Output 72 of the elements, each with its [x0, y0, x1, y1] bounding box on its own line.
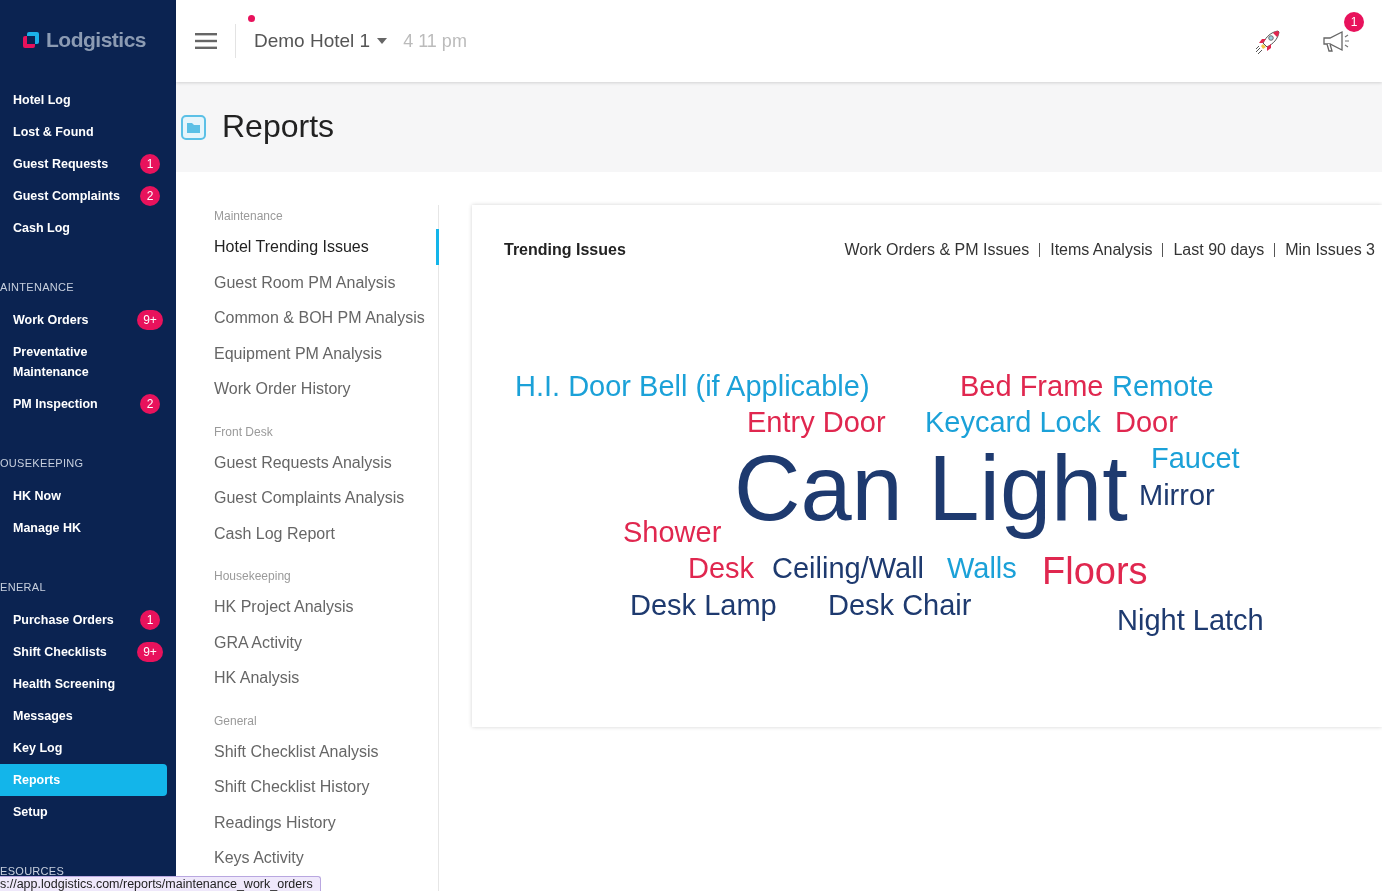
count-badge: 1 — [140, 154, 160, 174]
cloud-word[interactable]: Bed Frame — [960, 367, 1104, 404]
count-badge: 2 — [140, 186, 160, 206]
card-title: Trending Issues — [504, 241, 626, 259]
count-badge: 1 — [140, 610, 160, 630]
sidebar-item[interactable]: Lost & Found — [0, 116, 123, 148]
filter-link[interactable]: Last 90 days — [1162, 243, 1275, 257]
sidebar-item[interactable]: Guest Complaints — [0, 180, 123, 212]
sidebar-item[interactable]: Health Screening — [0, 668, 123, 700]
cloud-word[interactable]: Shower — [623, 513, 722, 550]
page-title: Reports — [222, 108, 335, 145]
cloud-word[interactable]: Desk Chair — [828, 586, 972, 623]
filter-link[interactable]: Min Issues 3 — [1274, 243, 1375, 257]
report-link[interactable]: Shift Checklist History — [214, 769, 439, 805]
sidebar-item[interactable]: PM Inspection — [0, 388, 123, 420]
sidebar-item[interactable]: Preventative Maintenance — [0, 336, 123, 388]
cloud-word[interactable]: Entry Door — [747, 403, 886, 440]
cloud-word[interactable]: Mirror — [1139, 476, 1215, 513]
cloud-word[interactable]: Ceiling/Wall — [772, 549, 925, 586]
menu-section-header: Front Desk — [214, 423, 274, 440]
count-badge: 9+ — [137, 310, 163, 330]
sidebar-item[interactable]: Manage HK — [0, 512, 123, 544]
sidebar-item[interactable]: Messages — [0, 700, 123, 732]
status-url: s://app.lodgistics.com/reports/maintenance_work_orders — [0, 876, 321, 891]
cloud-word[interactable]: Floors — [1042, 548, 1148, 596]
report-link[interactable]: HK Project Analysis — [214, 589, 439, 625]
status-dot — [248, 15, 255, 22]
menu-icon[interactable] — [195, 33, 217, 49]
menu-section-header: Maintenance — [214, 208, 284, 224]
report-link[interactable]: Cash Log Report — [214, 515, 439, 551]
hotel-dropdown[interactable]: Demo Hotel 1 — [254, 30, 388, 52]
sidebar-item[interactable]: Guest Requests — [0, 148, 123, 180]
sidebar-item[interactable]: Key Log — [0, 732, 123, 764]
report-link[interactable]: Hotel Trending Issues — [214, 229, 439, 265]
logo-icon — [22, 31, 40, 49]
cloud-word[interactable]: Desk Lamp — [630, 586, 777, 623]
logo-text: Lodgistics — [46, 28, 146, 52]
notification-badge: 1 — [1344, 12, 1364, 32]
filter-link[interactable]: Items Analysis — [1039, 243, 1163, 257]
report-link[interactable]: Work Order History — [214, 371, 439, 407]
sidebar-item[interactable]: HK Now — [0, 480, 123, 512]
report-link[interactable]: Guest Requests Analysis — [214, 444, 439, 480]
section-header: OUSEKEEPING — [0, 456, 85, 471]
report-link[interactable]: Readings History — [214, 804, 439, 840]
report-link[interactable]: Keys Activity — [214, 840, 439, 876]
count-badge: 9+ — [137, 642, 163, 662]
time-text: 4 11 pm — [403, 30, 467, 52]
report-link[interactable]: GRA Activity — [214, 624, 439, 660]
menu-section-header: General — [214, 712, 258, 729]
count-badge: 2 — [140, 394, 160, 414]
section-header: ENERAL — [0, 580, 47, 595]
sidebar-item[interactable]: Setup — [0, 796, 123, 828]
menu-section-header: Housekeeping — [214, 568, 292, 584]
report-link[interactable]: Common & BOH PM Analysis — [214, 300, 439, 336]
reports-icon — [181, 114, 206, 140]
caret-icon — [377, 38, 388, 44]
report-link[interactable]: HK Analysis — [214, 660, 439, 696]
section-header: AINTENANCE — [0, 280, 75, 295]
sidebar-item[interactable]: Purchase Orders — [0, 604, 123, 636]
section-header: ESOURCES — [0, 864, 66, 879]
cloud-word[interactable]: Door — [1115, 403, 1178, 440]
sidebar-item[interactable]: Shift Checklists — [0, 636, 123, 668]
report-link[interactable]: Guest Complaints Analysis — [214, 480, 439, 516]
cloud-word[interactable]: Desk — [688, 549, 755, 586]
sidebar-item[interactable]: Cash Log — [0, 212, 123, 244]
report-link[interactable]: Shift Checklist Analysis — [214, 733, 439, 769]
cloud-word[interactable]: Night Latch — [1117, 601, 1264, 638]
sidebar-item[interactable]: Work Orders — [0, 304, 123, 336]
report-link[interactable]: Guest Room PM Analysis — [214, 264, 439, 300]
sidebar-item[interactable]: Hotel Log — [0, 84, 123, 116]
filter-link[interactable]: Work Orders & PM Issues — [834, 241, 1040, 259]
report-link[interactable]: Equipment PM Analysis — [214, 335, 439, 371]
